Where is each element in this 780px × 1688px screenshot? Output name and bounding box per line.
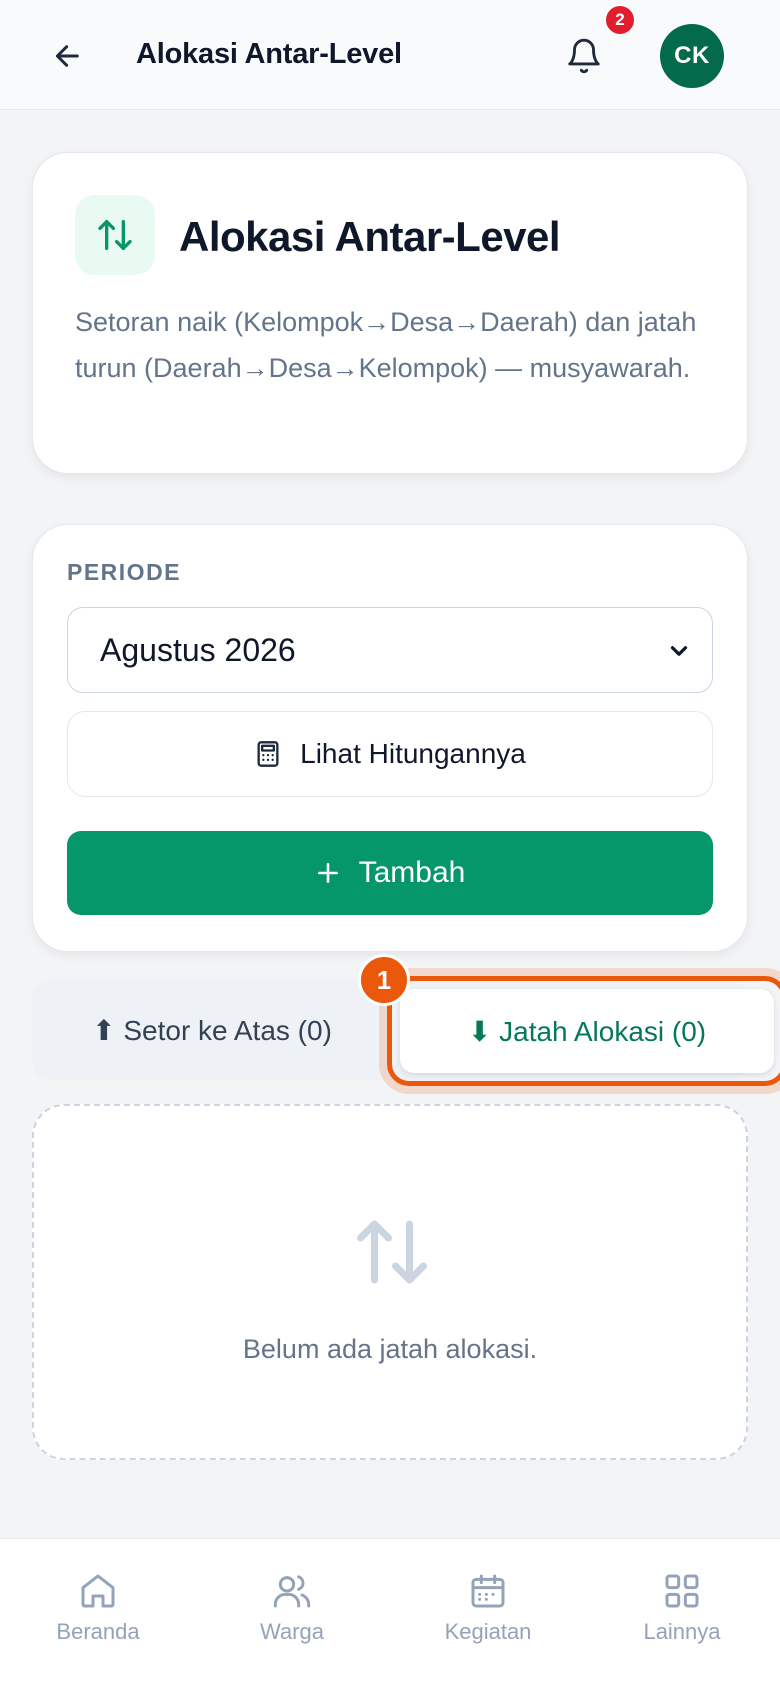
arrow-left-icon xyxy=(55,45,79,67)
home-icon xyxy=(81,1574,115,1608)
period-select-value: Agustus 2026 xyxy=(100,631,296,668)
swap-vertical-icon xyxy=(75,195,155,275)
empty-state-text: Belum ada jatah alokasi. xyxy=(242,1334,538,1364)
intro-description: Setoran naik (Kelompok→Desa→Daerah) dan … xyxy=(75,307,697,383)
nav-item-kegiatan[interactable]: Kegiatan xyxy=(408,1571,568,1645)
view-calculation-button[interactable]: Lihat Hitungannya xyxy=(67,711,713,797)
nav-item-beranda[interactable]: Beranda xyxy=(18,1571,178,1645)
empty-state: Belum ada jatah alokasi. xyxy=(32,1104,748,1460)
chevron-down-icon xyxy=(670,646,688,656)
add-button[interactable]: Tambah xyxy=(67,831,713,915)
nav-label-warga: Warga xyxy=(260,1619,324,1644)
grid-icon xyxy=(665,1574,699,1608)
view-calculation-label: Lihat Hitungannya xyxy=(300,738,526,769)
swap-vertical-icon xyxy=(357,1220,427,1284)
tab-setor-ke-atas[interactable]: ⬆ Setor ke Atas (0) xyxy=(32,980,392,1080)
tab-jatah-alokasi[interactable]: ⬇ Jatah Alokasi (0) xyxy=(400,989,774,1073)
calendar-icon xyxy=(471,1574,505,1608)
calculator-icon xyxy=(257,741,279,767)
back-button[interactable] xyxy=(48,36,88,76)
nav-label-kegiatan: Kegiatan xyxy=(444,1619,532,1644)
tab-setor-label: ⬆ Setor ke Atas (0) xyxy=(92,1014,332,1046)
period-card: PERIODE Agustus 2026 Lihat Hitungannya T… xyxy=(32,524,748,952)
intro-title: Alokasi Antar-Level xyxy=(179,213,561,260)
notifications-button[interactable] xyxy=(562,34,606,78)
page-title: Alokasi Antar-Level xyxy=(136,38,402,70)
bottom-navigation: Beranda Warga Kegiatan Lainnya xyxy=(0,1538,780,1688)
users-icon xyxy=(273,1575,311,1608)
bell-icon xyxy=(568,38,600,74)
plus-icon xyxy=(317,863,338,883)
top-app-bar: Alokasi Antar-Level 2 CK xyxy=(0,0,780,110)
nav-label-beranda: Beranda xyxy=(56,1619,140,1644)
intro-card: Alokasi Antar-Level Setoran naik (Kelomp… xyxy=(32,152,748,474)
step-number-badge: 1 xyxy=(358,954,410,1006)
notification-count-badge: 2 xyxy=(604,4,636,36)
nav-label-lainnya: Lainnya xyxy=(643,1619,721,1644)
period-select[interactable]: Agustus 2026 xyxy=(67,607,713,693)
highlight-frame: ⬇ Jatah Alokasi (0) xyxy=(387,976,780,1086)
period-label: PERIODE xyxy=(67,559,182,585)
nav-item-lainnya[interactable]: Lainnya xyxy=(602,1571,762,1645)
tab-jatah-label: ⬇ Jatah Alokasi (0) xyxy=(467,1015,707,1047)
nav-item-warga[interactable]: Warga xyxy=(212,1571,372,1645)
add-button-label: Tambah xyxy=(358,856,466,889)
avatar[interactable]: CK xyxy=(660,24,724,88)
